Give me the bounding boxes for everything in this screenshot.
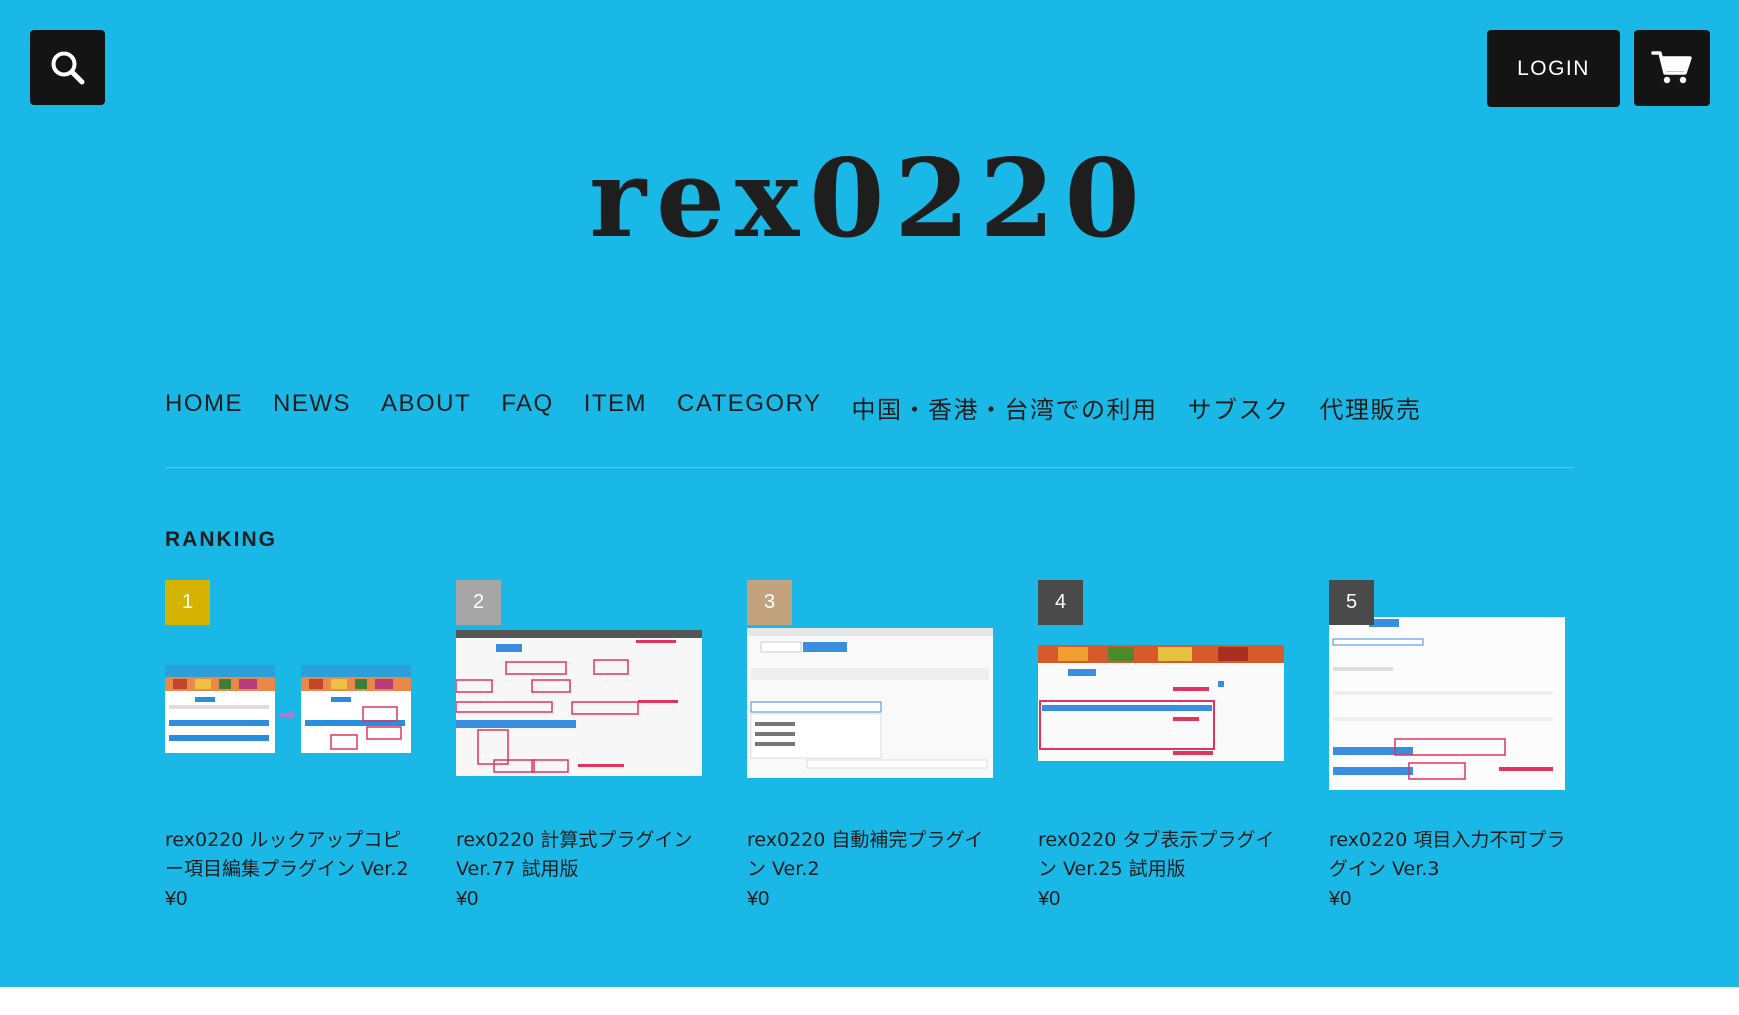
login-label: LOGIN — [1517, 56, 1590, 80]
footer-strip — [0, 987, 1739, 1015]
nav-item-about[interactable]: ABOUT — [381, 390, 471, 425]
product-image — [165, 665, 275, 753]
site-title[interactable]: rex0220 — [0, 145, 1739, 253]
nav-item-news[interactable]: NEWS — [273, 390, 351, 425]
product-card[interactable]: 5 rex0220 項目入力不可プラグイン Ver.3 ¥0 — [1329, 580, 1575, 911]
product-card[interactable]: 3 rex0220 自動補完プラグイン Ver.2 ¥0 — [747, 580, 993, 911]
product-title[interactable]: rex0220 タブ表示プラグイン Ver.25 試用版 — [1038, 826, 1284, 884]
nav-item-home[interactable]: HOME — [165, 390, 243, 425]
nav-item-agency-sales[interactable]: 代理販売 — [1320, 390, 1422, 425]
nav-item-subscription[interactable]: サブスク — [1188, 390, 1290, 425]
product-card[interactable]: 1 rex0220 ルックアップコピー項目編集プラグイン Ver.2 ¥0 — [165, 580, 411, 911]
product-thumbnail-area[interactable]: 5 — [1329, 580, 1575, 810]
rank-badge: 2 — [456, 580, 501, 625]
rank-badge: 5 — [1329, 580, 1374, 625]
rank-badge: 4 — [1038, 580, 1083, 625]
product-card[interactable]: 4 rex0220 タブ表示プラグイン Ver.25 試用版 ¥0 — [1038, 580, 1284, 911]
nav-divider — [165, 467, 1574, 468]
rank-badge: 1 — [165, 580, 210, 625]
cart-button[interactable] — [1634, 30, 1710, 106]
product-image — [456, 630, 702, 776]
ranking-list: 1 rex0220 ルックアップコピー項目編集プラグイン Ver.2 ¥0 2 … — [165, 580, 1575, 911]
product-title[interactable]: rex0220 ルックアップコピー項目編集プラグイン Ver.2 — [165, 826, 411, 884]
product-price: ¥0 — [456, 888, 479, 910]
arrow-right-icon — [280, 705, 296, 720]
product-thumbnail-area[interactable]: 1 — [165, 580, 411, 810]
product-thumbnail-area[interactable]: 4 — [1038, 580, 1284, 810]
nav-item-china-hk-taiwan[interactable]: 中国・香港・台湾での利用 — [852, 390, 1158, 425]
nav-item-category[interactable]: CATEGORY — [677, 390, 821, 425]
product-title[interactable]: rex0220 計算式プラグイン Ver.77 試用版 — [456, 826, 702, 884]
search-button[interactable] — [30, 30, 105, 105]
product-title[interactable]: rex0220 自動補完プラグイン Ver.2 — [747, 826, 993, 884]
product-price: ¥0 — [747, 888, 770, 910]
product-title[interactable]: rex0220 項目入力不可プラグイン Ver.3 — [1329, 826, 1575, 884]
page: LOGIN rex0220 HOME NEWS ABOUT FAQ ITEM C… — [0, 0, 1739, 1015]
main-nav: HOME NEWS ABOUT FAQ ITEM CATEGORY 中国・香港・… — [165, 390, 1422, 425]
product-thumbnail-area[interactable]: 2 — [456, 580, 702, 810]
product-price: ¥0 — [165, 888, 188, 910]
cart-icon — [1651, 51, 1692, 84]
login-button[interactable]: LOGIN — [1487, 30, 1620, 107]
product-image — [747, 628, 993, 778]
product-thumbnail-area[interactable]: 3 — [747, 580, 993, 810]
product-image — [1038, 645, 1284, 761]
product-price: ¥0 — [1038, 888, 1061, 910]
nav-item-item[interactable]: ITEM — [584, 390, 647, 425]
product-price: ¥0 — [1329, 888, 1352, 910]
rank-badge: 3 — [747, 580, 792, 625]
ranking-title: RANKING — [165, 528, 277, 551]
nav-item-faq[interactable]: FAQ — [501, 390, 554, 425]
product-image — [1329, 617, 1565, 790]
product-image — [301, 665, 411, 753]
product-card[interactable]: 2 rex0220 計算式プラグイン Ver.77 試用版 ¥0 — [456, 580, 702, 911]
search-icon — [51, 51, 84, 84]
